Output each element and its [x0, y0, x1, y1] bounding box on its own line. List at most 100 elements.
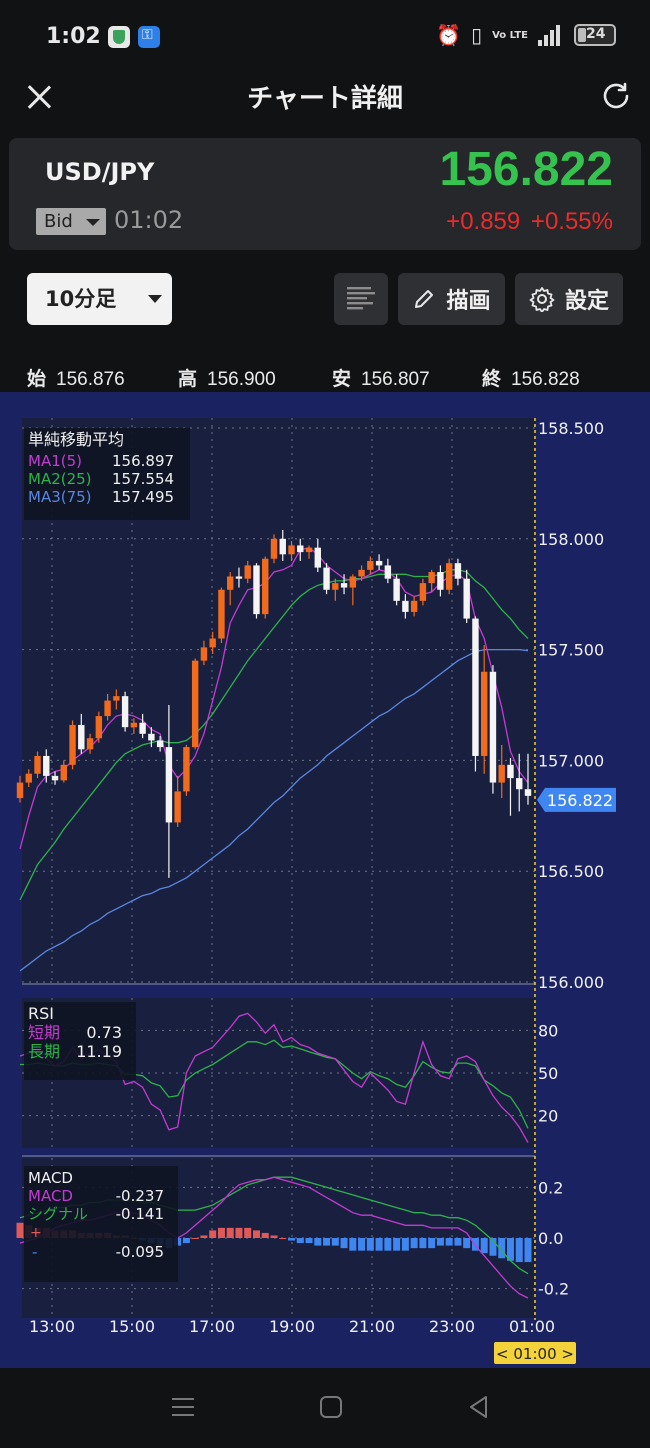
ma1-legend-value: 156.897 [112, 452, 174, 470]
candle-body [481, 671, 488, 756]
chart-canvas[interactable]: 158.500 158.000 157.500 157.000 156.500 156.0… [0, 392, 650, 1368]
candle-body [43, 755, 50, 776]
rsi-short-label: 短期 [28, 1023, 60, 1042]
back-icon[interactable] [464, 1392, 494, 1422]
histogram-bar [288, 1238, 296, 1241]
histogram-bar [515, 1238, 523, 1263]
candle-body [130, 722, 138, 728]
histogram-bar [261, 1232, 269, 1238]
histogram-bar [209, 1230, 217, 1238]
histogram-bar [252, 1230, 260, 1238]
draw-button[interactable]: 描画 [398, 273, 505, 325]
rsi-short-value: 0.73 [86, 1023, 122, 1042]
status-time: 1:02 [46, 24, 101, 49]
close-label: 終 [482, 368, 502, 390]
change-percent: +0.55% [530, 208, 613, 235]
candle-body [104, 700, 111, 717]
shield-app-icon [108, 26, 130, 48]
candle-body [524, 789, 532, 796]
histogram-bar [296, 1238, 304, 1244]
histogram-bar [428, 1238, 436, 1249]
histogram-bar [401, 1238, 409, 1251]
time-tick-label: 23:00 [429, 1317, 475, 1336]
candle-body [244, 565, 251, 579]
candle-body [402, 600, 409, 612]
candle-body [472, 618, 479, 756]
candle-body [445, 563, 453, 590]
rsi-long-value: 11.19 [76, 1042, 122, 1061]
home-icon[interactable] [316, 1392, 346, 1422]
candle-body [437, 572, 444, 590]
histogram-bar [305, 1238, 313, 1244]
recent-apps-icon[interactable] [168, 1392, 198, 1422]
candle-body [69, 724, 76, 765]
candle-body [358, 569, 365, 577]
histogram-bar [323, 1238, 331, 1246]
high-label: 高 [178, 368, 198, 390]
settings-label: 設定 [564, 289, 609, 314]
histogram-value: -0.095 [116, 1243, 164, 1261]
candle-body [16, 782, 24, 799]
candle-body [235, 576, 243, 579]
order-list-button[interactable] [334, 273, 388, 325]
pencil-icon [415, 290, 434, 308]
candle-body [375, 560, 383, 566]
low-label: 安 [332, 368, 352, 390]
page-title: チャート詳細 [247, 84, 403, 114]
open-label: 始 [27, 368, 47, 390]
histogram-bar [349, 1238, 357, 1251]
candle-body [227, 576, 234, 590]
histogram-bar [331, 1238, 339, 1246]
histogram-bar [314, 1238, 322, 1246]
system-icons: ⏰ ▯ Vo LTE 24 [436, 22, 616, 48]
bars-icon [347, 287, 375, 310]
candle-body [498, 764, 505, 783]
candle-body [200, 647, 208, 661]
candle-body [148, 733, 155, 741]
candle-body [489, 671, 497, 783]
histogram-bar [445, 1238, 453, 1246]
settings-button[interactable]: 設定 [515, 273, 623, 325]
timeframe-select[interactable]: 10分足 [27, 273, 172, 325]
draw-label: 描画 [446, 289, 491, 314]
candle-body [314, 547, 321, 568]
candle-body [340, 583, 348, 588]
ma1-legend-label: MA1(5) [28, 452, 82, 470]
candle-body [270, 538, 278, 559]
rsi-tick-label: 20 [538, 1107, 558, 1126]
bid-ask-select[interactable]: Bid [36, 208, 106, 235]
signal-value: -0.141 [116, 1205, 164, 1223]
histogram-bar [366, 1238, 374, 1251]
histogram-bar [375, 1238, 383, 1251]
histogram-bar [393, 1238, 401, 1251]
candle-body [428, 572, 435, 584]
candle-body [113, 696, 120, 701]
ohlc-low: 安 156.807 [332, 364, 430, 391]
histogram-bar [217, 1227, 225, 1238]
price-tick-label: 158.000 [538, 530, 604, 549]
volte-icon: Vo LTE [492, 29, 528, 41]
histogram-bar [340, 1238, 348, 1249]
low-value: 156.807 [361, 369, 430, 390]
candle-body [367, 560, 374, 570]
candle-body [507, 764, 514, 779]
signal-label: シグナル [28, 1205, 88, 1223]
battery-icon: 24 [574, 24, 616, 46]
chart-area[interactable]: 158.500 158.000 157.500 157.000 156.500 156.0… [0, 392, 650, 1368]
rsi-tick-label: 80 [538, 1021, 558, 1040]
rsi-legend-title: RSI [28, 1004, 54, 1023]
candle-body [332, 583, 339, 590]
candle-body [183, 747, 190, 792]
close-value: 156.828 [511, 369, 580, 390]
histogram-bar [16, 1222, 24, 1238]
candle-body [156, 740, 164, 748]
quote-time: 01:02 [114, 206, 184, 234]
candle-body [410, 600, 418, 612]
candle-body [165, 747, 173, 823]
candle-body [253, 565, 260, 615]
histogram-bar [463, 1238, 471, 1249]
price-change: +0.859 +0.55% [446, 208, 613, 236]
candle-body [349, 576, 357, 588]
refresh-icon[interactable] [598, 78, 634, 114]
battery-level: 24 [586, 26, 606, 42]
